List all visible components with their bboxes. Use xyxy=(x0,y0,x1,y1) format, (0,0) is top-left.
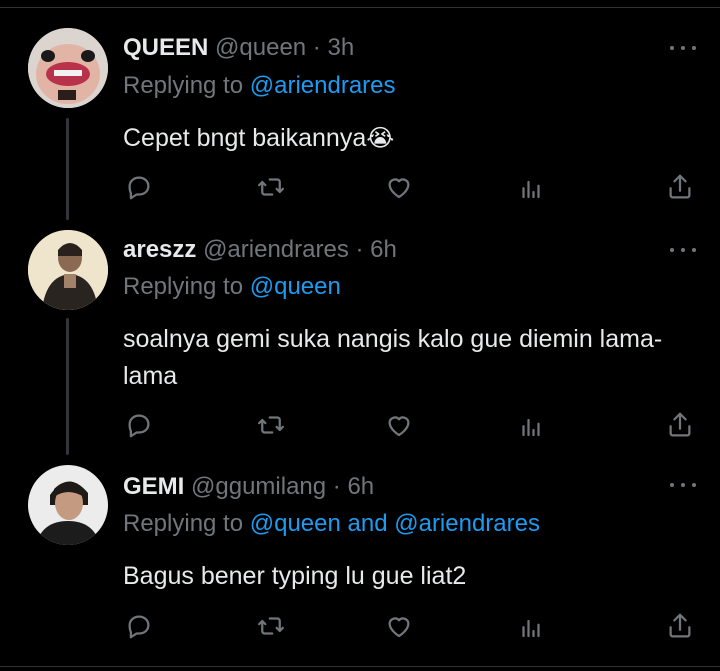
share-icon[interactable] xyxy=(665,611,695,641)
bottom-divider xyxy=(0,666,720,667)
reply-icon[interactable] xyxy=(124,611,154,641)
tweet-areszz[interactable]: areszz @ariendrares · 6h Replying to @qu… xyxy=(0,230,720,465)
separator: · xyxy=(326,473,348,500)
replying-to: Replying to @queen xyxy=(123,272,341,302)
avatar-gemi-image xyxy=(28,465,108,545)
replying-prefix: Replying to xyxy=(123,72,250,99)
views-icon[interactable] xyxy=(516,410,546,440)
crying-emoji: 😭 xyxy=(366,125,395,152)
display-name[interactable]: GEMI xyxy=(123,473,184,500)
like-icon[interactable] xyxy=(384,410,414,440)
avatar-areszz-image xyxy=(28,230,108,310)
separator: · xyxy=(348,236,371,263)
replying-to: Replying to @queen and @ariendrares xyxy=(123,509,540,539)
more-icon[interactable] xyxy=(670,245,696,255)
tweet-header: areszz @ariendrares · 6h xyxy=(123,235,397,265)
more-icon[interactable] xyxy=(670,43,696,53)
handle[interactable]: @ariendrares xyxy=(203,236,349,263)
separator: · xyxy=(306,34,328,61)
replying-prefix: Replying to xyxy=(123,510,250,537)
share-icon[interactable] xyxy=(665,172,695,202)
tweet-header: GEMI @ggumilang · 6h xyxy=(123,472,374,502)
replying-to-link[interactable]: @ariendrares xyxy=(250,72,396,99)
retweet-icon[interactable] xyxy=(256,611,286,641)
replying-to-link[interactable]: @queen and @ariendrares xyxy=(250,510,540,537)
tweet-text-content: Bagus bener typing lu gue liat2 xyxy=(123,562,467,590)
timestamp[interactable]: 6h xyxy=(370,236,397,263)
retweet-icon[interactable] xyxy=(256,410,286,440)
display-name[interactable]: areszz xyxy=(123,236,196,263)
reply-icon[interactable] xyxy=(124,410,154,440)
tweet-text: soalnya gemi suka nangis kalo gue diemin… xyxy=(123,321,678,395)
views-icon[interactable] xyxy=(516,611,546,641)
tweet-text: Cepet bngt baikannya😭 xyxy=(123,120,683,157)
tweet-gemi[interactable]: GEMI @ggumilang · 6h Replying to @queen … xyxy=(0,465,720,665)
tweet-header: QUEEN @queen · 3h xyxy=(123,33,354,63)
like-icon[interactable] xyxy=(384,172,414,202)
tweet-text-content: Cepet bngt baikannya xyxy=(123,124,367,152)
reply-icon[interactable] xyxy=(124,172,154,202)
replying-prefix: Replying to xyxy=(123,273,250,300)
tweet-actions xyxy=(0,410,720,440)
handle[interactable]: @queen xyxy=(215,34,306,61)
more-icon[interactable] xyxy=(670,480,696,490)
tweet-actions xyxy=(0,172,720,202)
thread-line xyxy=(66,118,69,220)
replying-to-link[interactable]: @queen xyxy=(250,273,341,300)
avatar-areszz[interactable] xyxy=(28,230,108,310)
avatar-gemi[interactable] xyxy=(28,465,108,545)
like-icon[interactable] xyxy=(384,611,414,641)
handle[interactable]: @ggumilang xyxy=(191,473,326,500)
avatar-queen[interactable] xyxy=(28,28,108,108)
retweet-icon[interactable] xyxy=(256,172,286,202)
replying-to: Replying to @ariendrares xyxy=(123,71,396,101)
tweet-queen[interactable]: QUEEN @queen · 3h Replying to @ariendrar… xyxy=(0,0,720,230)
tweet-text: Bagus bener typing lu gue liat2 xyxy=(123,558,683,595)
timestamp[interactable]: 6h xyxy=(347,473,374,500)
tweet-text-content: soalnya gemi suka nangis kalo gue diemin… xyxy=(123,325,663,390)
avatar-queen-image xyxy=(28,28,108,108)
display-name[interactable]: QUEEN xyxy=(123,34,208,61)
tweet-actions xyxy=(0,611,720,641)
share-icon[interactable] xyxy=(665,410,695,440)
timestamp[interactable]: 3h xyxy=(327,34,354,61)
views-icon[interactable] xyxy=(516,172,546,202)
